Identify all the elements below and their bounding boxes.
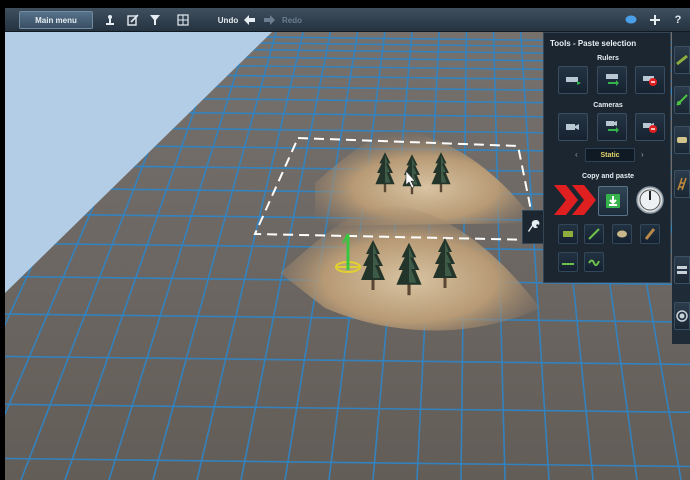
- rulers-heading: Rulers: [597, 55, 619, 62]
- copy-objects-button[interactable]: [612, 224, 632, 244]
- camera-add-button[interactable]: [558, 113, 588, 141]
- spline-tool-tab[interactable]: [674, 86, 690, 114]
- redo-label[interactable]: Redo: [278, 8, 306, 32]
- ruler-delete-icon: [643, 76, 657, 86]
- track-tool-tab[interactable]: [674, 46, 690, 74]
- top-toolbar: Main menu Undo Redo ?: [5, 8, 690, 32]
- fence-tool-tab[interactable]: [674, 170, 690, 198]
- camera-delete-icon: [643, 123, 657, 133]
- camera-add-icon: [566, 124, 579, 130]
- ruler-delete-button[interactable]: [635, 66, 665, 94]
- ladder-icon: [677, 177, 687, 191]
- object-tab-icon: [677, 137, 687, 143]
- layers-icon: [677, 266, 687, 274]
- grid-icon[interactable]: [173, 8, 193, 32]
- camera-mode-next-icon[interactable]: ›: [641, 150, 644, 159]
- filter-icon[interactable]: [145, 8, 165, 32]
- wrench-tab-button[interactable]: [522, 210, 544, 244]
- undo-label[interactable]: Undo: [215, 8, 241, 32]
- track-icon: [676, 54, 688, 66]
- ruler-add-button[interactable]: [558, 66, 588, 94]
- copy-paint-button[interactable]: [584, 252, 604, 272]
- chat-bubble-icon[interactable]: [622, 8, 640, 32]
- object-tool-tab[interactable]: [674, 126, 690, 154]
- copy-fences-button[interactable]: [640, 224, 660, 244]
- copy-tracks-button[interactable]: [558, 224, 578, 244]
- paste-down-icon: [606, 194, 620, 208]
- ruler-move-button[interactable]: [597, 66, 627, 94]
- ruler-move-icon: [606, 74, 619, 86]
- tracks-icon: [563, 231, 573, 237]
- main-menu-button[interactable]: Main menu: [19, 11, 93, 29]
- cameras-heading: Cameras: [593, 102, 623, 109]
- rotate-dial-button[interactable]: [634, 184, 666, 216]
- ruler-add-icon: [566, 77, 581, 85]
- wrench-icon: [527, 220, 539, 232]
- person-icon[interactable]: [100, 8, 120, 32]
- plus-icon[interactable]: [646, 8, 664, 32]
- redo-arrow-icon[interactable]: [262, 8, 276, 32]
- camera-move-icon: [606, 121, 619, 133]
- fence-icon: [644, 228, 656, 240]
- red-chevrons-icon: [554, 185, 596, 215]
- camera-move-button[interactable]: [597, 113, 627, 141]
- help-icon[interactable]: ?: [669, 8, 687, 32]
- spline-tab-icon: [676, 94, 688, 106]
- object-icon: [617, 230, 627, 238]
- paint-icon: [588, 259, 600, 267]
- copy-paste-heading: Copy and paste: [581, 173, 635, 180]
- camera-mode-select[interactable]: Static: [585, 148, 635, 162]
- edit-icon[interactable]: [123, 8, 143, 32]
- camera-delete-button[interactable]: [635, 113, 665, 141]
- spline-icon: [588, 228, 600, 240]
- camera-mode-prev-icon[interactable]: ‹: [575, 150, 578, 159]
- rotation-dial-icon: [636, 186, 664, 214]
- copy-splines-button[interactable]: [584, 224, 604, 244]
- copy-terrain-button[interactable]: [558, 252, 578, 272]
- layers-tool-tab[interactable]: [674, 256, 690, 284]
- record-tool-tab[interactable]: [674, 302, 690, 330]
- panel-title: Tools - Paste selection: [550, 39, 637, 48]
- terrain-icon: [562, 263, 574, 265]
- record-icon: [676, 310, 688, 322]
- undo-arrow-icon[interactable]: [242, 8, 256, 32]
- paste-button[interactable]: [598, 186, 628, 216]
